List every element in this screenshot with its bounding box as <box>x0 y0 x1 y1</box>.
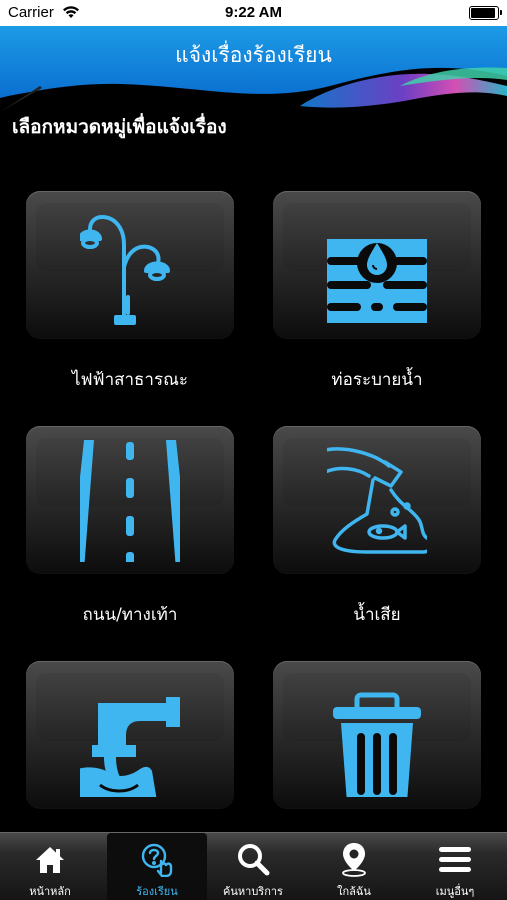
home-icon <box>36 847 64 873</box>
tab-nearby[interactable]: ใกล้ฉัน <box>304 833 404 900</box>
tab-label: เมนูอื่นๆ <box>435 885 475 898</box>
page-title: แจ้งเรื่องร้องเรียน <box>175 43 332 67</box>
tab-more-menu[interactable]: เมนูอื่นๆ <box>405 833 505 900</box>
category-label: น้ำเสีย <box>353 605 401 625</box>
pipe-discharge-icon <box>80 697 180 797</box>
section-title: เลือกหมวดหมู่เพื่อแจ้งเรื่อง <box>12 116 227 138</box>
tab-bar: หน้าหลัก ร้องเรียน ค้นหาบริการ ใกล้ฉัน เ… <box>0 832 507 900</box>
menu-icon <box>439 847 471 872</box>
tab-search-service[interactable]: ค้นหาบริการ <box>203 833 303 900</box>
street-lamp-icon <box>80 215 170 325</box>
drain-icon <box>327 239 427 323</box>
status-bar: Carrier 9:22 AM <box>0 0 507 26</box>
wastewater-icon <box>327 447 427 554</box>
tab-label: ใกล้ฉัน <box>337 885 371 898</box>
category-tile-pipe-discharge[interactable] <box>26 661 234 809</box>
tab-complaint[interactable]: ร้องเรียน <box>107 833 207 900</box>
trash-icon <box>333 692 421 797</box>
location-pin-icon <box>342 843 366 877</box>
battery-icon <box>469 6 502 20</box>
category-label: ท่อระบายน้ำ <box>331 370 423 390</box>
header: แจ้งเรื่องร้องเรียน <box>0 26 507 112</box>
search-icon <box>238 844 270 876</box>
road-icon <box>80 440 180 562</box>
category-tile-wastewater[interactable] <box>273 426 481 574</box>
category-label: ถนน/ทางเท้า <box>82 605 178 625</box>
category-tile-drain[interactable] <box>273 191 481 339</box>
category-tile-trash[interactable] <box>273 661 481 809</box>
tab-label: ค้นหาบริการ <box>223 885 283 898</box>
category-tile-road[interactable] <box>26 426 234 574</box>
complaint-icon <box>141 843 173 877</box>
tab-label: ร้องเรียน <box>136 885 178 898</box>
tab-label: หน้าหลัก <box>29 885 71 898</box>
clock: 9:22 AM <box>225 4 282 21</box>
category-label: ไฟฟ้าสาธารณะ <box>71 370 189 390</box>
tab-home[interactable]: หน้าหลัก <box>0 833 100 900</box>
category-tile-street-light[interactable] <box>26 191 234 339</box>
